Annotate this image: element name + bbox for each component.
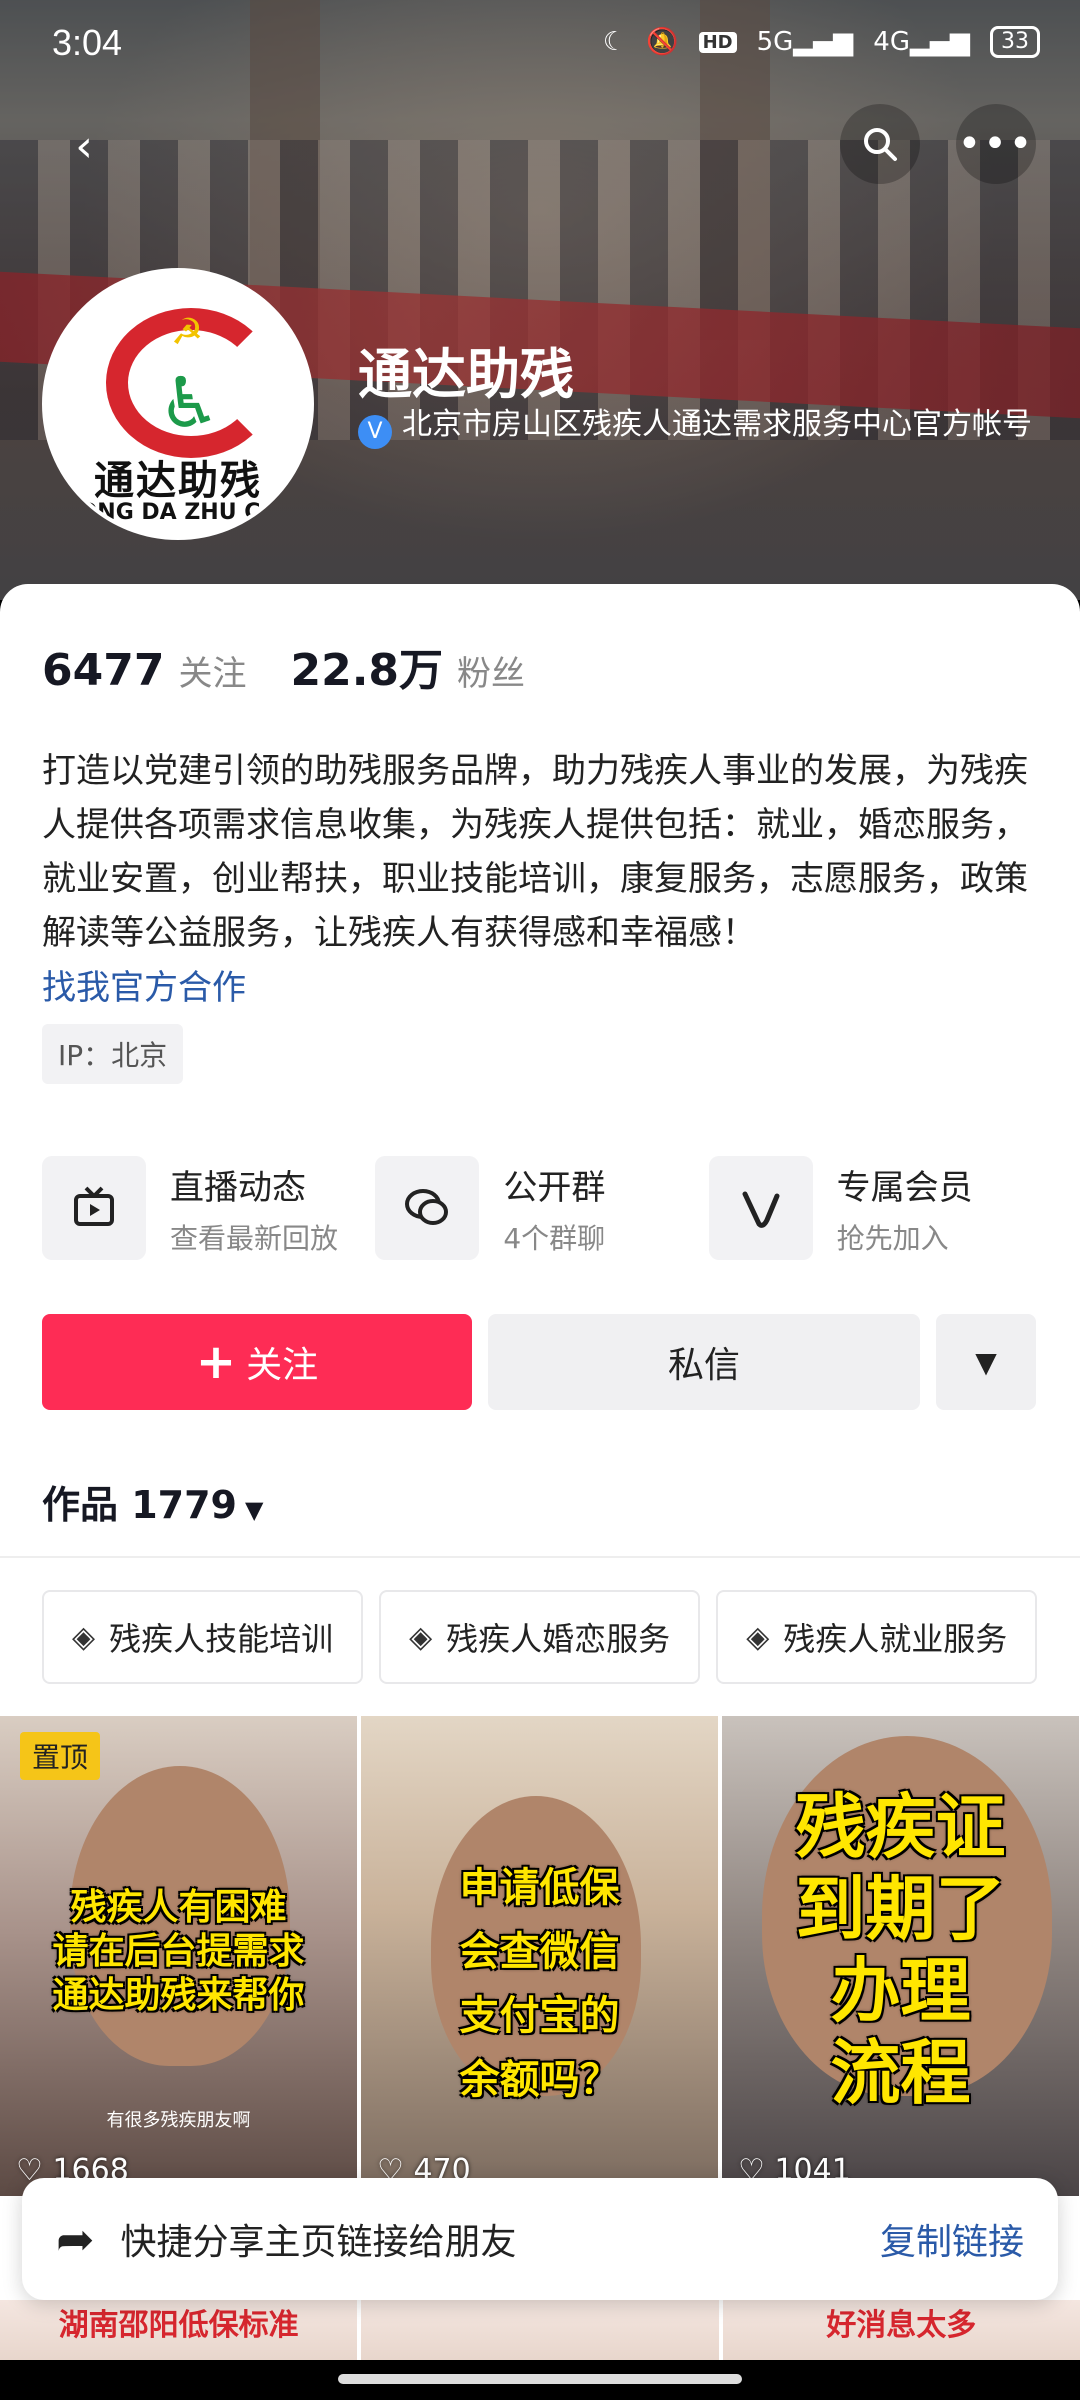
logo-subtext: ONG DA ZHU CA [78, 500, 278, 525]
signal-4g: 4G▂▄▆ [873, 27, 970, 57]
video-title-line: 支付宝的 [459, 1993, 620, 2039]
message-label: 私信 [667, 1345, 740, 1386]
signal-5g: 5G▂▄▆ [756, 27, 854, 57]
ip-tag: IP：北京 [42, 1024, 184, 1084]
battery-icon: 33 [990, 26, 1040, 58]
works-label: 作品 1779 [42, 1483, 237, 1527]
video-title-line: 残疾人有困难 [70, 1887, 287, 1928]
video-title-line: 残疾证 [795, 1786, 1006, 1868]
stats: 6477 关注 22.8万 粉丝 [42, 634, 555, 698]
video-tile-partial[interactable]: 湖南邵阳低保标准 [0, 2300, 358, 2360]
feature-group-subtitle: 4个群聊 [503, 1221, 606, 1255]
video-title-line: 办理 [830, 1950, 971, 2032]
video-title-line: 请在后台提需求 [52, 1931, 305, 1972]
share-profile-bar[interactable]: ➦ 快捷分享主页链接给朋友 复制链接 [22, 2178, 1058, 2300]
works-tab[interactable]: 作品 1779 ▼ [42, 1474, 263, 1529]
caret-down-icon: ▼ [975, 1345, 997, 1379]
feature-group[interactable]: 公开群 4个群聊 [375, 1156, 708, 1260]
chip-employment-service[interactable]: ◈ 残疾人就业服务 [716, 1590, 1038, 1684]
chevron-left-icon: ‹ [75, 120, 93, 172]
collection-chips: ◈ 残疾人技能培训 ◈ 残疾人婚恋服务 ◈ 残疾人就业服务 [42, 1590, 1038, 1684]
feature-member-subtitle: 抢先加入 [836, 1221, 949, 1255]
more-button[interactable]: ••• [956, 104, 1036, 184]
feature-row: 直播动态 查看最新回放 公开群 4个群聊 专属会员 抢先加入 [42, 1156, 1042, 1260]
feature-live-subtitle: 查看最新回放 [170, 1221, 339, 1255]
home-indicator[interactable] [338, 2374, 742, 2384]
avatar[interactable]: ☭ ♿ 通达助残 ONG DA ZHU CA [42, 268, 314, 540]
video-grid: 置顶 残疾人有困难 请在后台提需求 通达助残来帮你 有很多残疾朋友啊 ♡ 166… [0, 1716, 1080, 2196]
layers-icon: ◈ [409, 1619, 433, 1655]
clock: 3:04 [52, 22, 123, 63]
verification-text: 北京市房山区残疾人通达需求服务中心官方帐号 [402, 407, 1032, 442]
bio: 打造以党建引领的助残服务品牌，助力残疾人事业的发展，为残疾人提供各项需求信息收集… [42, 751, 1028, 953]
chip-marriage-service[interactable]: ◈ 残疾人婚恋服务 [379, 1590, 701, 1684]
chat-icon [375, 1156, 480, 1260]
follow-label: 关注 [246, 1345, 319, 1386]
layers-icon: ◈ [72, 1619, 96, 1655]
feature-group-title: 公开群 [503, 1167, 606, 1208]
profile-sheet: 6477 关注 22.8万 粉丝 打造以党建引领的助残服务品牌，助力残疾人事业的… [0, 584, 1080, 2400]
video-title-line: 到期了 [795, 1868, 1006, 1950]
followers-label[interactable]: 粉丝 [457, 646, 525, 695]
video-tile-partial[interactable]: 好消息太多 [722, 2300, 1080, 2360]
back-button[interactable]: ‹ [44, 106, 124, 186]
following-count[interactable]: 6477 [42, 645, 164, 696]
feature-live-title: 直播动态 [170, 1167, 306, 1208]
chip-label: 残疾人就业服务 [783, 1620, 1008, 1658]
feature-member-title: 专属会员 [836, 1167, 973, 1208]
share-text: 快捷分享主页链接给朋友 [120, 2222, 517, 2263]
video-title-line: 申请低保 [459, 1865, 620, 1911]
wheelchair-icon: ♿ [158, 362, 221, 444]
coop-link[interactable]: 找我官方合作 [42, 960, 246, 1009]
share-arrow-icon: ➦ [56, 2212, 95, 2266]
video-tile[interactable]: 残疾证 到期了 办理 流程 ♡ 1041 [722, 1716, 1079, 2196]
v-icon [708, 1156, 813, 1260]
verified-icon: V [358, 415, 392, 449]
more-dropdown-button[interactable]: ▼ [936, 1314, 1036, 1410]
video-tile-partial[interactable] [361, 2300, 719, 2360]
hammer-sickle-icon: ☭ [171, 312, 204, 353]
video-caption: 有很多残疾朋友啊 [106, 2110, 251, 2131]
video-tile[interactable]: 申请低保 会查微信 支付宝的 余额吗？ ♡ 470 [361, 1716, 718, 2196]
feature-member[interactable]: 专属会员 抢先加入 [708, 1156, 1042, 1260]
verification: V 北京市房山区残疾人通达需求服务中心官方帐号 [358, 404, 1048, 449]
video-title-line: 余额吗？ [459, 2057, 620, 2103]
message-button[interactable]: 私信 [488, 1314, 920, 1410]
hd-icon: HD [698, 31, 737, 53]
video-title-line: 会查微信 [459, 1929, 620, 1975]
logo-text: 通达助残 [94, 458, 262, 504]
followers-count[interactable]: 22.8万 [290, 634, 443, 698]
status-bar: 3:04 ☾ 🔕 HD 5G▂▄▆ 4G▂▄▆ 33 [0, 0, 1080, 90]
layers-icon: ◈ [746, 1619, 770, 1655]
search-button[interactable] [840, 104, 920, 184]
pinned-badge: 置顶 [20, 1732, 101, 1780]
follow-button[interactable]: + 关注 [42, 1314, 472, 1410]
chip-skill-training[interactable]: ◈ 残疾人技能培训 [42, 1590, 364, 1684]
tv-icon [42, 1156, 146, 1260]
video-tile[interactable]: 置顶 残疾人有困难 请在后台提需求 通达助残来帮你 有很多残疾朋友啊 ♡ 166… [0, 1716, 357, 2196]
chip-label: 残疾人婚恋服务 [446, 1620, 671, 1658]
chip-label: 残疾人技能培训 [109, 1620, 334, 1658]
divider [0, 1556, 1080, 1558]
action-buttons: + 关注 私信 ▼ [42, 1314, 1038, 1410]
video-title-line: 流程 [830, 2032, 971, 2114]
video-title-line: 通达助残来帮你 [52, 1975, 305, 2016]
more-dots-icon: ••• [957, 121, 1035, 167]
caret-down-icon: ▼ [245, 1496, 264, 1524]
profile-name: 通达助残 [358, 343, 574, 406]
plus-icon: + [195, 1334, 237, 1390]
feature-live[interactable]: 直播动态 查看最新回放 [42, 1156, 375, 1260]
next-video-row: 湖南邵阳低保标准 好消息太多 [0, 2300, 1080, 2360]
moon-icon: ☾ [602, 27, 627, 57]
mute-icon: 🔕 [646, 27, 679, 57]
copy-link-button[interactable]: 复制链接 [880, 2213, 1024, 2265]
search-icon [864, 128, 897, 161]
following-label[interactable]: 关注 [178, 646, 246, 695]
